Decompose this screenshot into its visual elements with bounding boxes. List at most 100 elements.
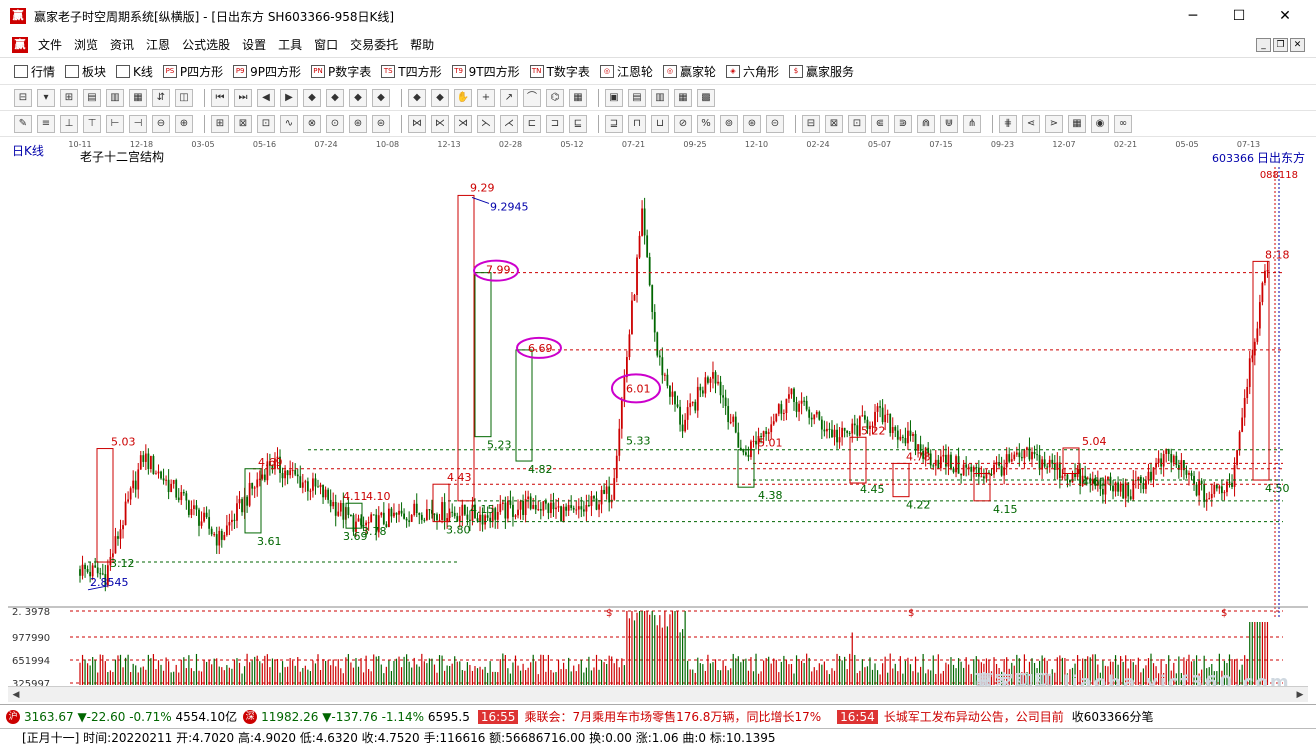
toolbar-item-4[interactable]: P9 9P四方形 [233,63,301,80]
close-button[interactable]: ✕ [1262,0,1308,32]
toolbar-item-5[interactable]: PN P数字表 [311,63,371,80]
tb3-tool-icon-2[interactable]: ⊥ [60,114,78,133]
mdi-minimize-icon[interactable]: _ [1256,38,1271,52]
maximize-button[interactable]: ☐ [1216,0,1262,32]
tb3-tool-icon-12[interactable]: ⊗ [303,114,321,133]
sh-index-value[interactable]: 3163.67 [24,710,74,724]
horizontal-scrollbar[interactable]: ◀ ▶ [8,686,1308,702]
menu-gann[interactable]: 江恩 [140,36,176,53]
tb3-tool-icon-39[interactable]: ⋔ [963,114,981,133]
tb3-tool-icon-11[interactable]: ∿ [280,114,298,133]
scroll-right-icon[interactable]: ▶ [1292,687,1308,703]
mdi-close-icon[interactable]: ✕ [1290,38,1305,52]
tb3-tool-icon-23[interactable]: ⊑ [569,114,587,133]
tb3-tool-icon-9[interactable]: ⊠ [234,114,252,133]
toolbar-item-6[interactable]: TS T四方形 [381,63,442,80]
tb2-tool-icon-19[interactable]: + [477,88,495,107]
tb3-tool-icon-5[interactable]: ⊣ [129,114,147,133]
menu-file[interactable]: 文件 [32,36,68,53]
tb3-tool-icon-45[interactable]: ∞ [1114,114,1132,133]
tb2-tool-icon-1[interactable]: ▾ [37,88,55,107]
tb3-tool-icon-29[interactable]: ⊚ [720,114,738,133]
tb3-tool-icon-44[interactable]: ◉ [1091,114,1109,133]
trade-detail-link[interactable]: 收603366分笔 [1072,708,1154,725]
menu-trade[interactable]: 交易委托 [344,36,404,53]
tb2-tool-icon-28[interactable]: ▩ [697,88,715,107]
tb3-tool-icon-22[interactable]: ⊐ [546,114,564,133]
tb2-tool-icon-20[interactable]: ↗ [500,88,518,107]
toolbar-item-11[interactable]: ◈ 六角形 [725,63,779,80]
tb2-tool-icon-18[interactable]: ✋ [454,88,472,107]
tb3-tool-icon-15[interactable]: ⊜ [372,114,390,133]
tb2-tool-icon-8[interactable]: ⏮ [211,88,229,107]
toolbar-item-8[interactable]: TN T数字表 [529,63,590,80]
tb3-tool-icon-31[interactable]: ⊝ [766,114,784,133]
tb3-tool-icon-27[interactable]: ⊘ [674,114,692,133]
tb2-tool-icon-26[interactable]: ▥ [651,88,669,107]
tb2-tool-icon-23[interactable]: ▦ [569,88,587,107]
tb2-tool-icon-0[interactable]: ⊟ [14,88,32,107]
tb3-tool-icon-7[interactable]: ⊕ [175,114,193,133]
menu-info[interactable]: 资讯 [104,36,140,53]
tb2-tool-icon-15[interactable]: ◆ [372,88,390,107]
tb2-tool-icon-12[interactable]: ◆ [303,88,321,107]
tb3-tool-icon-21[interactable]: ⊏ [523,114,541,133]
scroll-left-icon[interactable]: ◀ [8,687,24,703]
news-item-2[interactable]: 长城军工发布异动公告，公司目前 [884,708,1064,725]
kline-chart[interactable]: 10-11 12-18 03-05 05-16 07-24 10-08 12-13 02-28… [8,137,1308,702]
tb2-tool-icon-27[interactable]: ▦ [674,88,692,107]
tb3-tool-icon-3[interactable]: ⊤ [83,114,101,133]
tb2-tool-icon-6[interactable]: ⇵ [152,88,170,107]
tb3-tool-icon-6[interactable]: ⊖ [152,114,170,133]
tb3-tool-icon-34[interactable]: ⊡ [848,114,866,133]
tb3-tool-icon-0[interactable]: ✎ [14,114,32,133]
tb2-tool-icon-10[interactable]: ◀ [257,88,275,107]
tb2-tool-icon-3[interactable]: ▤ [83,88,101,107]
tb3-tool-icon-13[interactable]: ⊙ [326,114,344,133]
toolbar-item-9[interactable]: ◎ 江恩轮 [599,63,653,80]
tb3-tool-icon-16[interactable]: ⋈ [408,114,426,133]
tb2-tool-icon-25[interactable]: ▤ [628,88,646,107]
tb2-tool-icon-7[interactable]: ◫ [175,88,193,107]
tb3-tool-icon-30[interactable]: ⊛ [743,114,761,133]
menu-browse[interactable]: 浏览 [68,36,104,53]
kline-chart-panel[interactable]: 10-11 12-18 03-05 05-16 07-24 10-08 12-13 02-28… [8,137,1308,702]
tb3-tool-icon-32[interactable]: ⊟ [802,114,820,133]
tb2-tool-icon-17[interactable]: ◆ [431,88,449,107]
tb3-tool-icon-18[interactable]: ⋊ [454,114,472,133]
tb3-tool-icon-26[interactable]: ⊔ [651,114,669,133]
tb2-tool-icon-5[interactable]: ▦ [129,88,147,107]
toolbar-item-2[interactable]: K线 [116,63,153,80]
tb3-tool-icon-8[interactable]: ⊞ [211,114,229,133]
tb2-tool-icon-2[interactable]: ⊞ [60,88,78,107]
tb3-tool-icon-38[interactable]: ⋓ [940,114,958,133]
sz-index-value[interactable]: 11982.26 [261,710,318,724]
tb2-tool-icon-21[interactable]: ⌒ [523,88,541,107]
tb2-tool-icon-9[interactable]: ⏭ [234,88,252,107]
menu-window[interactable]: 窗口 [308,36,344,53]
tb3-tool-icon-4[interactable]: ⊢ [106,114,124,133]
toolbar-item-1[interactable]: 板块 [65,63,106,80]
tb3-tool-icon-40[interactable]: ⋕ [999,114,1017,133]
tb3-tool-icon-14[interactable]: ⊛ [349,114,367,133]
tb3-tool-icon-43[interactable]: ▦ [1068,114,1086,133]
tb2-tool-icon-13[interactable]: ◆ [326,88,344,107]
toolbar-item-3[interactable]: PS P四方形 [162,63,223,80]
tb3-tool-icon-1[interactable]: ≡ [37,114,55,133]
toolbar-item-10[interactable]: ◎ 赢家轮 [662,63,716,80]
tb3-tool-icon-41[interactable]: ⋖ [1022,114,1040,133]
tb2-tool-icon-14[interactable]: ◆ [349,88,367,107]
toolbar-item-7[interactable]: T9 9T四方形 [451,63,520,80]
tb3-tool-icon-17[interactable]: ⋉ [431,114,449,133]
toolbar-item-0[interactable]: 行情 [14,63,55,80]
tb3-tool-icon-25[interactable]: ⊓ [628,114,646,133]
mdi-restore-icon[interactable]: ❐ [1273,38,1288,52]
menu-formula[interactable]: 公式选股 [176,36,236,53]
tb3-tool-icon-42[interactable]: ⋗ [1045,114,1063,133]
minimize-button[interactable]: ─ [1170,0,1216,32]
menu-settings[interactable]: 设置 [236,36,272,53]
tb2-tool-icon-16[interactable]: ◆ [408,88,426,107]
tb3-tool-icon-24[interactable]: ⊒ [605,114,623,133]
toolbar-item-12[interactable]: $ 赢家服务 [788,63,854,80]
tb2-tool-icon-22[interactable]: ⌬ [546,88,564,107]
